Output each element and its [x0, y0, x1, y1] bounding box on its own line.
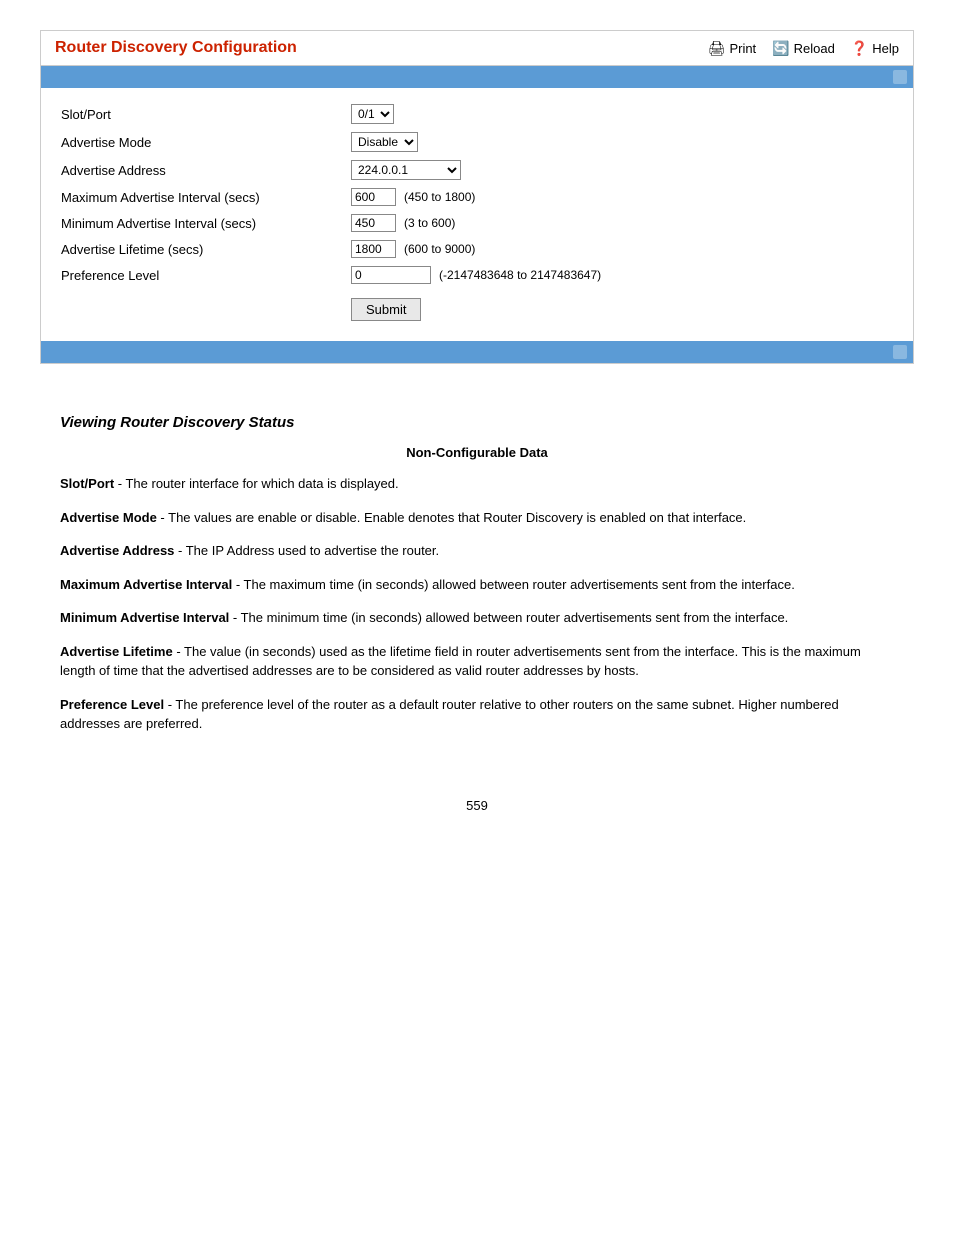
config-title: Router Discovery Configuration: [55, 39, 297, 57]
doc-para-lifetime: Advertise Lifetime - The value (in secon…: [60, 642, 894, 681]
advertise-mode-row: Advertise Mode Disable Enable: [61, 132, 893, 152]
page-number: 559: [40, 798, 914, 813]
max-advertise-interval-input[interactable]: [351, 188, 396, 206]
advertise-mode-select[interactable]: Disable Enable: [351, 132, 418, 152]
advertise-lifetime-label: Advertise Lifetime (secs): [61, 242, 351, 257]
advertise-address-select[interactable]: 224.0.0.1: [351, 160, 461, 180]
min-advertise-interval-row: Minimum Advertise Interval (secs) (3 to …: [61, 214, 893, 232]
header-actions: 🖨 Print 🔄 Reload ❓ Help: [708, 40, 899, 57]
slot-port-row: Slot/Port 0/1: [61, 104, 893, 124]
advertise-lifetime-input[interactable]: [351, 240, 396, 258]
doc-def-preference-level: - The preference level of the router as …: [60, 697, 839, 732]
doc-term-slot-port: Slot/Port: [60, 476, 114, 491]
doc-term-preference-level: Preference Level: [60, 697, 164, 712]
config-panel: Router Discovery Configuration 🖨 Print 🔄…: [40, 30, 914, 364]
doc-para-preference-level: Preference Level - The preference level …: [60, 695, 894, 734]
slot-port-label: Slot/Port: [61, 107, 351, 122]
advertise-address-row: Advertise Address 224.0.0.1: [61, 160, 893, 180]
preference-level-control: (-2147483648 to 2147483647): [351, 266, 601, 284]
doc-def-max-interval: - The maximum time (in seconds) allowed …: [232, 577, 795, 592]
advertise-mode-label: Advertise Mode: [61, 135, 351, 150]
help-label: Help: [872, 41, 899, 56]
doc-section: Viewing Router Discovery Status Non-Conf…: [40, 404, 914, 758]
submit-row: Submit: [351, 298, 893, 321]
blue-bar-bottom: [41, 341, 913, 363]
min-advertise-interval-input[interactable]: [351, 214, 396, 232]
preference-level-hint: (-2147483648 to 2147483647): [439, 268, 601, 282]
preference-level-input[interactable]: [351, 266, 431, 284]
config-header: Router Discovery Configuration 🖨 Print 🔄…: [41, 31, 913, 66]
advertise-lifetime-control: (600 to 9000): [351, 240, 475, 258]
doc-def-lifetime: - The value (in seconds) used as the lif…: [60, 644, 861, 679]
doc-term-advertise-mode: Advertise Mode: [60, 510, 157, 525]
doc-para-advertise-mode: Advertise Mode - The values are enable o…: [60, 508, 894, 528]
blue-bar-top: [41, 66, 913, 88]
config-body: Slot/Port 0/1 Advertise Mode Disable Ena…: [41, 88, 913, 341]
print-icon: 🖨: [708, 40, 726, 57]
preference-level-row: Preference Level (-2147483648 to 2147483…: [61, 266, 893, 284]
help-button[interactable]: ❓ Help: [851, 40, 899, 57]
min-advertise-interval-label: Minimum Advertise Interval (secs): [61, 216, 351, 231]
min-advertise-interval-control: (3 to 600): [351, 214, 455, 232]
doc-subtitle: Non-Configurable Data: [60, 445, 894, 460]
advertise-lifetime-row: Advertise Lifetime (secs) (600 to 9000): [61, 240, 893, 258]
advertise-mode-control: Disable Enable: [351, 132, 418, 152]
advertise-address-control: 224.0.0.1: [351, 160, 461, 180]
reload-icon: 🔄: [772, 40, 789, 57]
max-advertise-interval-hint: (450 to 1800): [404, 190, 475, 204]
max-advertise-interval-control: (450 to 1800): [351, 188, 475, 206]
doc-def-min-interval: - The minimum time (in seconds) allowed …: [229, 610, 788, 625]
max-advertise-interval-label: Maximum Advertise Interval (secs): [61, 190, 351, 205]
advertise-lifetime-hint: (600 to 9000): [404, 242, 475, 256]
print-label: Print: [729, 41, 756, 56]
doc-def-advertise-address: - The IP Address used to advertise the r…: [174, 543, 439, 558]
print-button[interactable]: 🖨 Print: [708, 40, 757, 57]
preference-level-label: Preference Level: [61, 268, 351, 283]
doc-term-lifetime: Advertise Lifetime: [60, 644, 173, 659]
doc-term-max-interval: Maximum Advertise Interval: [60, 577, 232, 592]
slot-port-control: 0/1: [351, 104, 394, 124]
slot-port-select[interactable]: 0/1: [351, 104, 394, 124]
help-icon: ❓: [851, 40, 868, 57]
doc-term-min-interval: Minimum Advertise Interval: [60, 610, 229, 625]
reload-label: Reload: [794, 41, 835, 56]
doc-term-advertise-address: Advertise Address: [60, 543, 174, 558]
submit-button[interactable]: Submit: [351, 298, 421, 321]
doc-para-slot-port: Slot/Port - The router interface for whi…: [60, 474, 894, 494]
doc-para-advertise-address: Advertise Address - The IP Address used …: [60, 541, 894, 561]
reload-button[interactable]: 🔄 Reload: [772, 40, 835, 57]
doc-para-min-interval: Minimum Advertise Interval - The minimum…: [60, 608, 894, 628]
doc-def-advertise-mode: - The values are enable or disable. Enab…: [157, 510, 746, 525]
doc-def-slot-port: - The router interface for which data is…: [114, 476, 398, 491]
advertise-address-label: Advertise Address: [61, 163, 351, 178]
doc-title: Viewing Router Discovery Status: [60, 414, 894, 431]
min-advertise-interval-hint: (3 to 600): [404, 216, 455, 230]
max-advertise-interval-row: Maximum Advertise Interval (secs) (450 t…: [61, 188, 893, 206]
doc-para-max-interval: Maximum Advertise Interval - The maximum…: [60, 575, 894, 595]
